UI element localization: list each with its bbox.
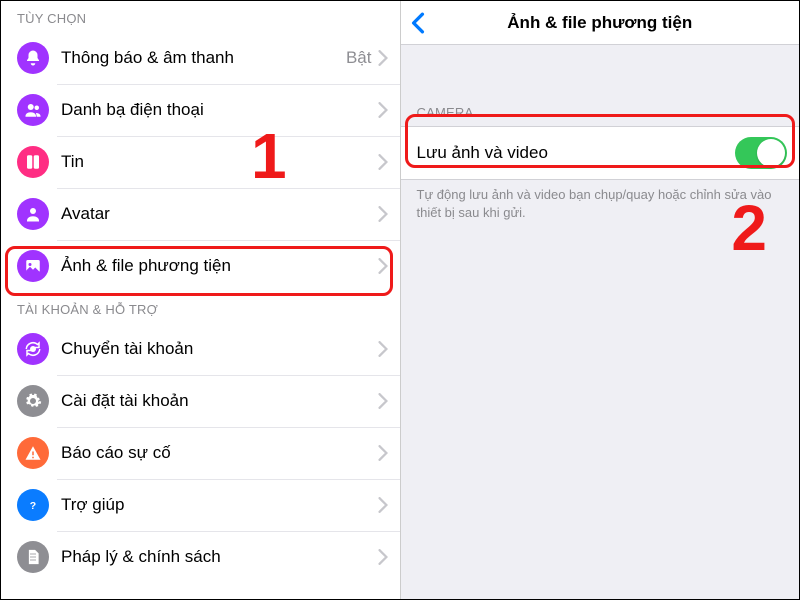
chevron-right-icon	[378, 154, 388, 170]
chevron-right-icon	[378, 258, 388, 274]
switch-account-icon	[17, 333, 49, 365]
people-icon	[17, 94, 49, 126]
row-label: Avatar	[61, 204, 378, 224]
row-label: Pháp lý & chính sách	[61, 547, 378, 567]
story-icon	[17, 146, 49, 178]
toggle-save-media[interactable]	[735, 137, 787, 169]
row-label: Thông báo & âm thanh	[61, 48, 346, 68]
svg-text:?: ?	[30, 500, 36, 512]
row-label: Trợ giúp	[61, 495, 378, 515]
gear-icon	[17, 385, 49, 417]
row-value: Bật	[346, 48, 372, 68]
bell-icon	[17, 42, 49, 74]
row-legal[interactable]: Pháp lý & chính sách	[1, 531, 400, 583]
row-label: Tin	[61, 152, 378, 172]
chevron-right-icon	[378, 393, 388, 409]
row-story[interactable]: Tin	[1, 136, 400, 188]
section-header-options: TÙY CHỌN	[1, 1, 400, 32]
settings-list-screen: TÙY CHỌN Thông báo & âm thanh Bật Danh b…	[1, 1, 401, 599]
row-account-settings[interactable]: Cài đặt tài khoản	[1, 375, 400, 427]
image-icon	[17, 250, 49, 282]
chevron-right-icon	[378, 341, 388, 357]
avatar-icon	[17, 198, 49, 230]
chevron-right-icon	[378, 102, 388, 118]
navigation-bar: Ảnh & file phương tiện	[401, 1, 800, 45]
chevron-right-icon	[378, 497, 388, 513]
row-label: Cài đặt tài khoản	[61, 391, 378, 411]
row-avatar[interactable]: Avatar	[1, 188, 400, 240]
row-label: Danh bạ điện thoại	[61, 100, 378, 120]
row-label: Chuyển tài khoản	[61, 339, 378, 359]
chevron-right-icon	[378, 549, 388, 565]
row-switch-account[interactable]: Chuyển tài khoản	[1, 323, 400, 375]
document-icon	[17, 541, 49, 573]
row-contacts[interactable]: Danh bạ điện thoại	[1, 84, 400, 136]
row-save-photos-videos[interactable]: Lưu ảnh và video	[401, 126, 800, 180]
page-title: Ảnh & file phương tiện	[507, 13, 692, 33]
warning-icon	[17, 437, 49, 469]
tutorial-frame: TÙY CHỌN Thông báo & âm thanh Bật Danh b…	[0, 0, 800, 600]
row-label: Báo cáo sự cố	[61, 443, 378, 463]
row-notifications[interactable]: Thông báo & âm thanh Bật	[1, 32, 400, 84]
chevron-right-icon	[378, 206, 388, 222]
chevron-right-icon	[378, 50, 388, 66]
section-header-camera: CAMERA	[401, 45, 800, 126]
back-button[interactable]	[411, 12, 425, 34]
section-header-account: TÀI KHOẢN & HỖ TRỢ	[1, 292, 400, 323]
setting-footnote: Tự động lưu ảnh và video bạn chụp/quay h…	[401, 180, 800, 221]
photos-media-screen: Ảnh & file phương tiện CAMERA Lưu ảnh và…	[401, 1, 800, 599]
row-label: Ảnh & file phương tiện	[61, 256, 378, 276]
row-help[interactable]: ? Trợ giúp	[1, 479, 400, 531]
row-label: Lưu ảnh và video	[417, 143, 736, 163]
chevron-right-icon	[378, 445, 388, 461]
help-icon: ?	[17, 489, 49, 521]
row-report-problem[interactable]: Báo cáo sự cố	[1, 427, 400, 479]
row-photos-media[interactable]: Ảnh & file phương tiện	[1, 240, 400, 292]
